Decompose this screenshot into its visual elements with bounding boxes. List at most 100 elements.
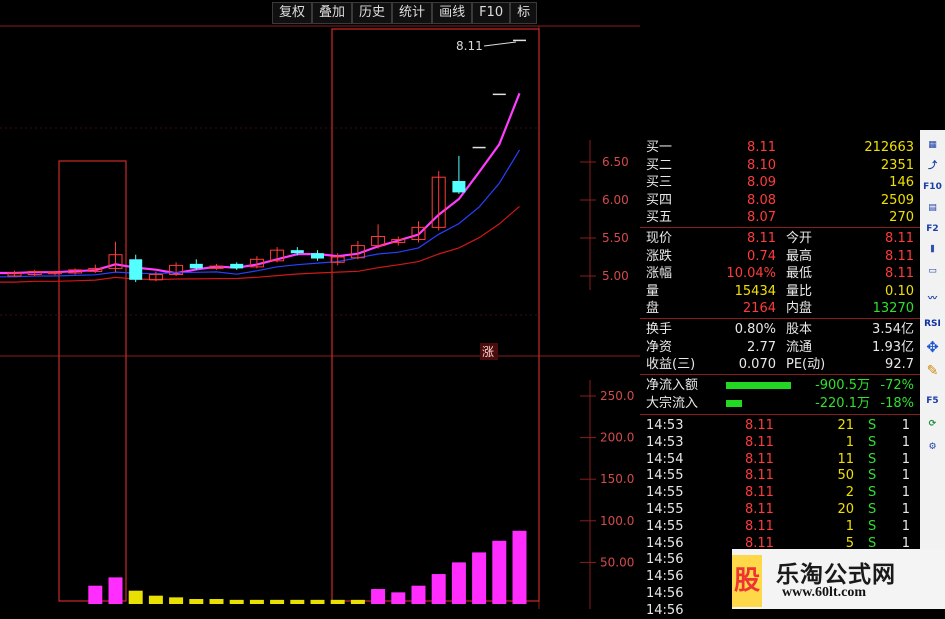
bid-row: 买五 8.07 270 (640, 209, 918, 226)
tick-time: 14:56 (646, 602, 684, 618)
bid-row: 买三 8.09 146 (640, 174, 918, 191)
watermark-logo: 股 (732, 555, 762, 607)
stat-value: 2164 (742, 301, 776, 316)
bid-price: 8.07 (747, 210, 776, 225)
stat-value: 8.11 (885, 231, 914, 246)
tick-side: S (868, 502, 877, 517)
tick-volume: 21 (837, 418, 854, 433)
price-tick-label: 5.00 (602, 269, 629, 283)
f5-icon[interactable]: F5 (922, 392, 943, 411)
history-button[interactable]: 历史 (352, 2, 393, 24)
tick-volume: 11 (837, 451, 854, 467)
stats-button[interactable]: 统计 (392, 2, 433, 24)
volume-bar (128, 590, 143, 604)
tick-price: 8.11 (745, 468, 774, 484)
volume-bar (371, 589, 386, 604)
svg-text:涨: 涨 (482, 344, 494, 359)
tick-volume: 20 (837, 502, 854, 517)
pencil-icon[interactable]: ✎ (922, 362, 943, 381)
fund-value: 3.54亿 (872, 322, 914, 337)
bid-volume: 146 (889, 175, 914, 190)
stat-value: 13270 (872, 301, 914, 316)
fund-row: 净资 2.77 流通 1.93亿 (640, 339, 918, 356)
tick-count: 1 (901, 451, 910, 467)
stat-label: 量比 (786, 283, 813, 299)
stat-value: 8.11 (747, 231, 776, 246)
tick-side: S (868, 468, 877, 484)
tick-row: 14:53 8.11 1 S 1 (640, 434, 918, 451)
candle (169, 262, 184, 276)
stat-row: 涨幅 10.04% 最低 8.11 (640, 265, 918, 282)
candle (108, 241, 123, 273)
f10-button[interactable]: F10 (472, 2, 511, 24)
mark-button[interactable]: 标 (510, 2, 538, 24)
quote-panel: 买一 8.11 212663 买二 8.10 2351 买三 8.09 146 买四 8.08 250… (640, 138, 920, 618)
grid-icon[interactable]: ▦ (922, 136, 943, 155)
stat-value: 0.10 (885, 283, 914, 299)
flow-bar (726, 382, 791, 389)
tick-volume: 1 (845, 518, 854, 534)
volume-bar (310, 599, 325, 604)
tick-row: 14:55 8.11 20 S 1 (640, 501, 918, 518)
stat-row: 现价 8.11 今开 8.11 (640, 230, 918, 247)
tick-row: 14:53 8.11 21 S 1 (640, 417, 918, 434)
tick-price: 8.11 (745, 451, 774, 467)
overlay-button[interactable]: 叠加 (312, 2, 353, 24)
volume-bar (148, 595, 163, 604)
fund-value: 92.7 (885, 357, 914, 372)
stat-label: 内盘 (786, 301, 813, 316)
rsi-chart-icon[interactable]: 〰 (922, 290, 943, 309)
refresh-icon[interactable]: ⟳ (922, 415, 943, 434)
fund-value: 2.77 (747, 339, 776, 355)
f10-icon[interactable]: F10 (922, 178, 943, 197)
tick-time: 14:55 (646, 502, 684, 517)
pattern-icon[interactable]: ▤ (922, 199, 943, 218)
stat-row: 量 15434 量比 0.10 (640, 283, 918, 300)
tick-row: 14:55 8.11 2 S 1 (640, 484, 918, 501)
kline-chart[interactable]: 6.50 6.00 5.50 5.00 250.0 200.0 150.0 100.0 50.… (0, 0, 640, 609)
tick-side: S (868, 518, 877, 534)
volume-bar (512, 530, 527, 604)
volume-bar (391, 592, 406, 604)
volume-bar (290, 599, 305, 604)
fund-label: 流通 (786, 339, 813, 355)
chart-icon[interactable]: ▭ (922, 262, 943, 281)
tick-time: 14:54 (646, 451, 684, 467)
draw-line-button[interactable]: 画线 (432, 2, 473, 24)
tool-icon[interactable]: ⚙ (922, 438, 943, 457)
tick-price: 8.11 (745, 418, 774, 433)
stat-label: 涨跌 (646, 248, 673, 264)
tick-time: 14:56 (646, 569, 684, 585)
bid-label: 买一 (646, 140, 673, 155)
candle (230, 262, 244, 270)
tick-price: 8.11 (745, 518, 774, 534)
bid-price: 8.09 (747, 175, 776, 190)
volume-bar (411, 585, 426, 604)
bid-price: 8.11 (747, 140, 776, 155)
watermark-url: www.60lt.com (782, 585, 866, 600)
stat-label: 最低 (786, 266, 813, 281)
f2-icon[interactable]: F2 (922, 220, 943, 239)
flow-percent: -72% (880, 378, 914, 393)
bid-volume: 270 (889, 210, 914, 225)
candle (311, 250, 324, 261)
fuquan-button[interactable]: 复权 (272, 2, 313, 24)
fund-row: 换手 0.80% 股本 3.54亿 (640, 321, 918, 338)
candle (513, 39, 526, 42)
volume-bar (209, 599, 224, 604)
tick-time: 14:53 (646, 418, 684, 433)
flow-percent: -18% (880, 396, 914, 411)
fund-value: 0.070 (738, 357, 776, 372)
flow-row: 净流入额 -900.5万 -72% (640, 377, 918, 394)
kline-icon[interactable]: ⫴ (922, 241, 943, 260)
flow-bar (726, 400, 743, 407)
candle (472, 146, 486, 149)
tick-count: 1 (901, 485, 910, 501)
move-icon[interactable]: ✥ (922, 338, 943, 357)
bid-row: 买二 8.10 2351 (640, 157, 918, 174)
trend-icon[interactable]: ⤴ (922, 157, 943, 176)
bid-label: 买二 (646, 157, 673, 173)
bid-row: 买四 8.08 2509 (640, 192, 918, 209)
watermark: 股 乐淘公式网 www.60lt.com (732, 549, 945, 609)
rsi-icon[interactable]: RSI (922, 315, 943, 334)
